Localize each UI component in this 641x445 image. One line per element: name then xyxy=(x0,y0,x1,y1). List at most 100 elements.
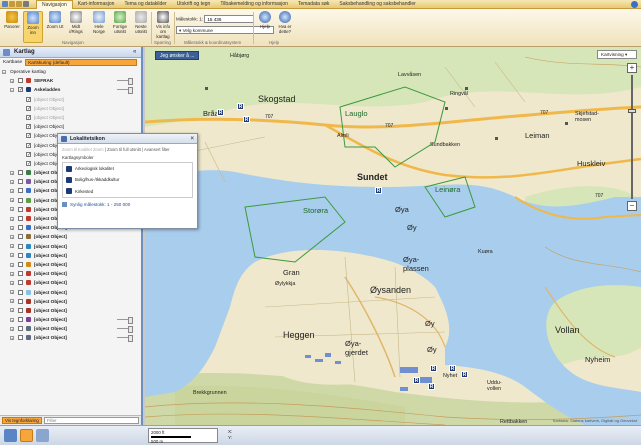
basemap-select[interactable]: Kartskuring (default) xyxy=(25,59,137,66)
tab-utskrift[interactable]: Utskrift og tegn xyxy=(172,0,216,9)
layer-checkbox[interactable] xyxy=(18,225,23,231)
layer-row[interactable]: + [object Object] xyxy=(2,242,141,251)
zoom-plus-button[interactable]: + xyxy=(627,63,637,73)
pan-button[interactable]: Panorer xyxy=(2,11,22,43)
layer-checkbox[interactable] xyxy=(18,307,23,313)
layer-checkbox[interactable] xyxy=(26,142,31,151)
whats-this-button[interactable]: Hva er dette? xyxy=(275,11,295,43)
search-icon[interactable] xyxy=(20,429,33,442)
layer-row[interactable]: + [object Object] xyxy=(2,278,141,287)
layer-checkbox[interactable] xyxy=(18,280,23,286)
expand-toggle-icon[interactable]: + xyxy=(10,179,14,184)
opacity-slider[interactable] xyxy=(117,87,133,95)
expand-toggle-icon[interactable]: + xyxy=(10,244,14,249)
filter-input[interactable]: Filter xyxy=(43,417,139,424)
opacity-slider[interactable] xyxy=(117,335,133,343)
layer-checkbox[interactable] xyxy=(26,123,31,132)
layer-checkbox[interactable] xyxy=(18,289,23,295)
expand-toggle-icon[interactable]: + xyxy=(10,290,14,295)
zoom-track[interactable] xyxy=(628,75,636,199)
redo-icon[interactable] xyxy=(16,1,22,7)
zoom-knob[interactable] xyxy=(628,109,636,113)
tab-navigasjon[interactable]: Navigasjon xyxy=(36,0,73,9)
layer-checkbox[interactable] xyxy=(18,197,23,203)
expand-toggle-icon[interactable]: + xyxy=(10,262,14,267)
go-back-menu[interactable]: Jeg ønsker å ... xyxy=(155,51,200,60)
show-legend-button[interactable]: Vis tegnforklaring xyxy=(2,417,42,424)
layer-row[interactable]: + [object Object] xyxy=(2,333,141,343)
tab-tilbakemelding[interactable]: Tilbakemelding og informasjon xyxy=(215,0,293,9)
cultural-heritage-marker[interactable]: R xyxy=(375,187,382,194)
layer-checkbox[interactable] xyxy=(26,96,31,105)
expand-toggle-icon[interactable]: + xyxy=(10,225,14,230)
app-menu-icon[interactable] xyxy=(2,1,8,7)
layer-checkbox[interactable] xyxy=(26,160,31,169)
cultural-heritage-marker[interactable]: R xyxy=(243,116,250,123)
layer-row[interactable]: + [object Object] xyxy=(2,232,141,241)
expand-toggle-icon[interactable]: + xyxy=(10,234,14,239)
expand-toggle-icon[interactable]: + xyxy=(10,326,14,331)
zoom-out-button[interactable]: Zoom Ut xyxy=(45,11,65,43)
layer-checkbox[interactable] xyxy=(18,271,23,277)
cultural-heritage-marker[interactable]: R xyxy=(237,103,244,110)
center-button[interactable]: Midt i/Rings xyxy=(66,11,86,43)
map-view[interactable]: Håbjørg Lavvåsen Skogstad Lauglo Ringvål… xyxy=(145,47,641,425)
undo-icon[interactable] xyxy=(9,1,15,7)
layer-row-sefrak[interactable]: + SEFRAK xyxy=(2,76,141,86)
advanced-filter-link[interactable]: Avansert filter xyxy=(144,147,170,152)
expand-toggle-icon[interactable]: + xyxy=(10,170,14,175)
previous-extent-button[interactable]: Forrige utsnitt xyxy=(110,11,130,43)
tab-tema-og-datakilder[interactable]: Tema og datakilder xyxy=(119,0,171,9)
layer-row[interactable]: + [object Object] xyxy=(2,260,141,269)
expand-toggle-icon[interactable]: + xyxy=(10,207,14,212)
expand-toggle-icon[interactable]: + xyxy=(10,308,14,313)
tab-temadata-sok[interactable]: Temadata søk xyxy=(293,0,334,9)
layer-checkbox[interactable] xyxy=(18,298,23,304)
layer-checkbox[interactable] xyxy=(18,216,23,221)
zoom-full-link[interactable]: Zoom til full utsnitt xyxy=(107,147,141,152)
layer-checkbox[interactable] xyxy=(18,188,23,194)
layer-row[interactable]: + [object Object] xyxy=(2,297,141,306)
layer-group-root[interactable]: − Operative kartlag xyxy=(2,67,141,76)
dropdown-icon[interactable] xyxy=(23,1,29,7)
layer-checkbox[interactable] xyxy=(18,252,23,258)
cultural-heritage-marker[interactable]: R xyxy=(430,365,437,372)
expand-toggle-icon[interactable]: + xyxy=(10,78,14,83)
layer-row-sub[interactable]: [object Object] xyxy=(2,113,141,123)
measure-icon[interactable] xyxy=(36,429,49,442)
layer-row[interactable]: + [object Object] xyxy=(2,324,141,334)
map-canvas[interactable] xyxy=(145,47,641,425)
opacity-slider[interactable] xyxy=(117,78,133,86)
next-extent-button[interactable]: Neste utsnitt xyxy=(131,11,151,43)
layer-checkbox[interactable] xyxy=(18,78,23,84)
cultural-heritage-marker[interactable]: R xyxy=(461,371,468,378)
layer-row[interactable]: + [object Object] xyxy=(2,315,141,325)
layer-checkbox[interactable] xyxy=(18,179,23,185)
expand-toggle-icon[interactable]: + xyxy=(10,271,14,276)
layer-checkbox[interactable] xyxy=(18,243,23,249)
collapse-icon[interactable]: « xyxy=(133,49,138,55)
layer-checkbox[interactable] xyxy=(26,132,31,142)
layer-info-button[interactable]: Vis info om kartlag xyxy=(153,11,173,43)
layer-checkbox[interactable] xyxy=(26,105,31,114)
expand-toggle-icon[interactable]: + xyxy=(10,317,14,322)
layer-row[interactable]: + [object Object] xyxy=(2,288,141,297)
layer-checkbox[interactable] xyxy=(18,335,23,341)
collapse-toggle-icon[interactable]: − xyxy=(2,69,6,74)
layer-checkbox[interactable] xyxy=(18,317,23,323)
layer-row-askeladden[interactable]: − Askeladden xyxy=(2,85,141,96)
layer-row[interactable]: + [object Object] xyxy=(2,251,141,260)
tab-kart-informasjon[interactable]: Kart-informasjon xyxy=(73,0,120,9)
layer-row-sub[interactable]: [object Object] xyxy=(2,122,141,132)
zoom-visible-link[interactable]: Zoom til Kvalitet Zoom xyxy=(62,147,104,152)
zoom-in-button[interactable]: Zoom inn xyxy=(23,11,43,43)
cultural-heritage-marker[interactable]: R xyxy=(428,383,435,390)
map-view-select[interactable]: Kartvisning ▾ xyxy=(597,50,637,59)
layer-checkbox[interactable] xyxy=(18,234,23,240)
home-icon[interactable] xyxy=(4,429,17,442)
layer-row-sub[interactable]: [object Object] xyxy=(2,104,141,114)
layer-checkbox[interactable] xyxy=(18,86,23,96)
layer-checkbox[interactable] xyxy=(18,170,23,176)
layer-checkbox[interactable] xyxy=(18,261,23,267)
expand-toggle-icon[interactable]: + xyxy=(10,299,14,304)
